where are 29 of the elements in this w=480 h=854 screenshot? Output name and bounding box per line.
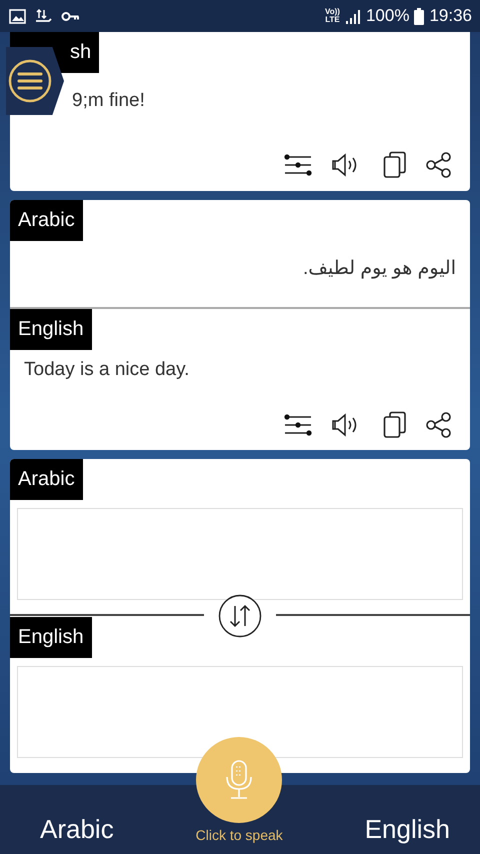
input-field[interactable] [17, 666, 463, 758]
language-label: Arabic [10, 200, 83, 241]
image-icon [9, 8, 26, 24]
translation-text: اليوم هو يوم لطيف. [303, 258, 456, 279]
share-icon[interactable] [425, 152, 452, 178]
lte-label: LTE [325, 16, 340, 24]
signal-icon [344, 8, 361, 24]
copy-icon[interactable] [383, 151, 407, 179]
menu-button[interactable] [6, 47, 64, 115]
translation-text: Today is a nice day. [24, 359, 190, 380]
source-language[interactable]: Arabic [40, 814, 114, 845]
sliders-icon[interactable] [283, 413, 313, 437]
language-label: English [10, 309, 92, 350]
clock: 19:36 [429, 6, 472, 26]
share-icon[interactable] [425, 412, 452, 438]
transfer-icon [35, 8, 52, 24]
input-field[interactable] [17, 508, 463, 600]
copy-icon[interactable] [383, 411, 407, 439]
mic-caption: Click to speak [196, 827, 283, 843]
language-label: English [10, 617, 92, 658]
target-language[interactable]: English [364, 814, 450, 845]
swap-button[interactable] [218, 594, 262, 638]
menu-icon[interactable] [8, 59, 52, 103]
battery-icon [414, 8, 424, 24]
sliders-icon[interactable] [283, 153, 313, 177]
battery-percent: 100% [366, 6, 410, 26]
volte-label: Vo)) [325, 8, 340, 16]
language-label: Arabic [10, 459, 83, 500]
translation-text: 9;m fine! [72, 90, 145, 111]
